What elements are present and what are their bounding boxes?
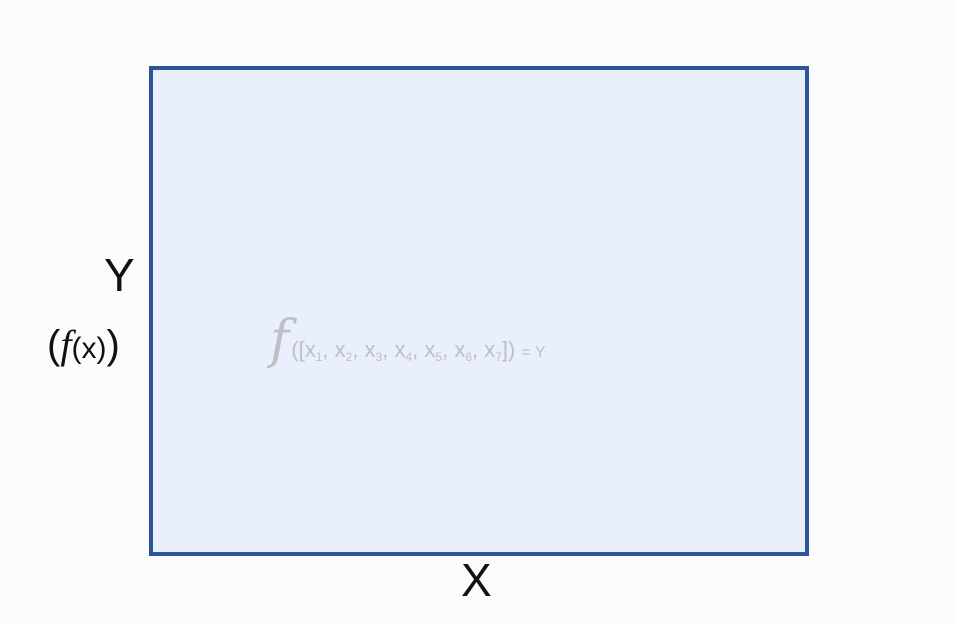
- formula-separator: ,: [472, 337, 485, 362]
- formula-terms: x1, x2, x3, x4, x5, x6, x7: [304, 337, 502, 364]
- formula-term-subscript: 7: [495, 350, 502, 364]
- formula-function-symbol: f: [270, 310, 290, 370]
- y-sublabel-function: f: [60, 322, 72, 367]
- formula-term: x3: [364, 337, 383, 364]
- formula-close: ]): [501, 337, 516, 362]
- y-sublabel-open: (: [47, 323, 61, 367]
- formula-term: x6: [454, 337, 472, 364]
- formula-separator: ,: [442, 337, 455, 362]
- diagram-canvas: Y (f(x)) X f ([x1, x2, x3, x4, x5, x6, x…: [0, 0, 955, 624]
- formula-rhs: = Y: [521, 344, 546, 361]
- formula-term: x7: [484, 337, 502, 364]
- y-axis-label: Y: [104, 249, 135, 301]
- formula-term-subscript: 6: [465, 350, 472, 364]
- function-formula: f ([x1, x2, x3, x4, x5, x6, x7]) = Y: [270, 310, 546, 387]
- formula-term-base: x: [334, 337, 346, 362]
- formula-term-base: x: [454, 337, 466, 362]
- formula-term: x4: [394, 337, 412, 364]
- formula-term-base: x: [364, 337, 376, 362]
- y-sublabel-argument: (x): [71, 332, 107, 365]
- formula-term: x1: [304, 337, 323, 364]
- formula-separator: ,: [322, 337, 335, 362]
- formula-term-base: x: [424, 337, 436, 362]
- x-axis-label: X: [461, 554, 492, 606]
- formula-term-base: x: [394, 337, 406, 362]
- y-sublabel-close: ): [106, 323, 120, 367]
- formula-separator: ,: [352, 337, 365, 362]
- formula-open: ([: [291, 337, 305, 362]
- formula-term-base: x: [484, 337, 496, 362]
- formula-separator: ,: [382, 337, 395, 362]
- formula-separator: ,: [412, 337, 425, 362]
- formula-term: x2: [334, 337, 353, 364]
- formula-term: x5: [424, 337, 442, 364]
- y-axis-sublabel: (f(x)): [47, 322, 120, 372]
- formula-term-base: x: [304, 337, 316, 362]
- formula-body: ([x1, x2, x3, x4, x5, x6, x7]): [291, 320, 515, 387]
